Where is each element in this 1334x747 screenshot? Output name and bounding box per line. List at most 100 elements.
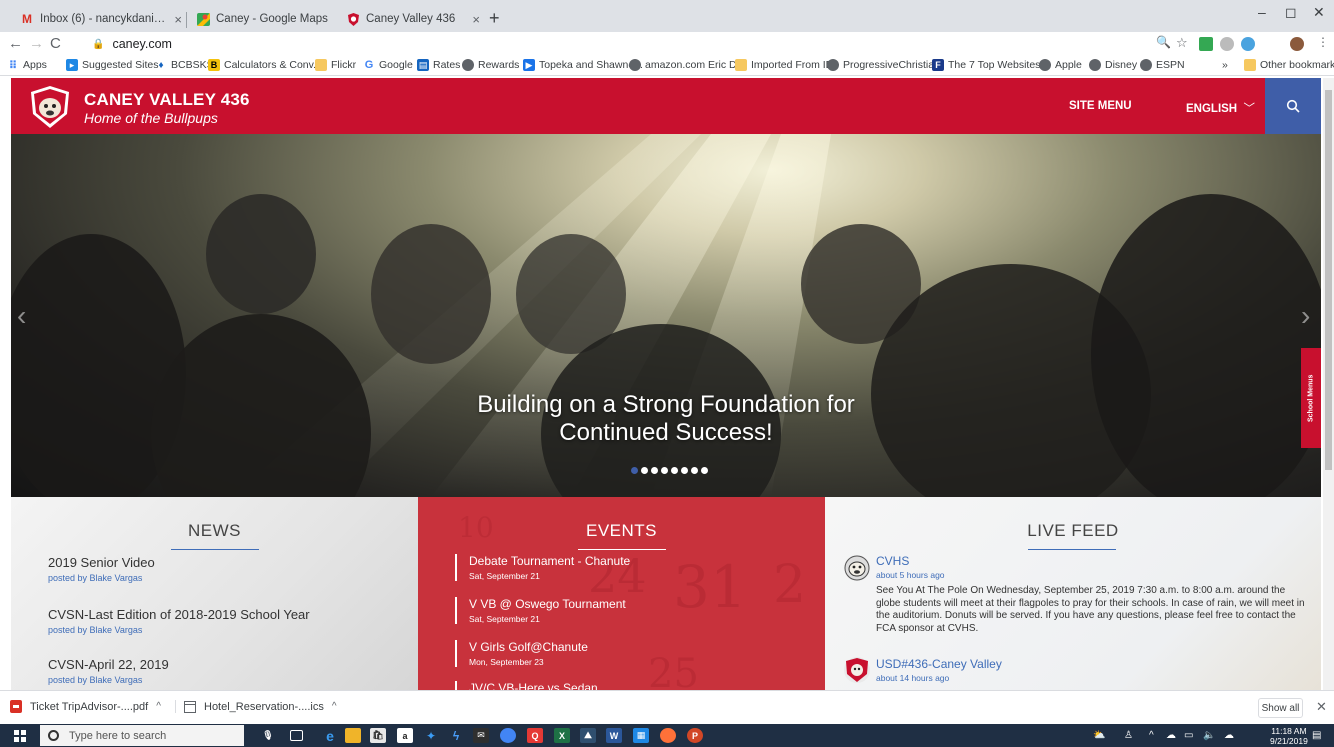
store-icon[interactable]: 🛍 xyxy=(370,728,386,743)
bookmark-item[interactable]: ESPN xyxy=(1140,59,1185,71)
taskbar-clock[interactable]: 11:18 AM 9/21/2019 xyxy=(1270,726,1308,746)
close-tab-icon[interactable]: × xyxy=(174,12,182,27)
bookmark-apps[interactable]: ⠿ Apps xyxy=(7,59,47,72)
chrome-icon[interactable] xyxy=(500,728,516,743)
lightning-icon[interactable]: ϟ xyxy=(448,728,464,743)
bookmark-item[interactable]: F The 7 Top Websites... xyxy=(932,59,1049,71)
photos-icon[interactable]: ⛰ xyxy=(580,728,596,743)
bookmark-item[interactable]: Disney xyxy=(1089,59,1137,71)
hero-carousel[interactable]: ‹ › Building on a Strong Foundation for … xyxy=(11,134,1321,497)
bookmark-item[interactable]: ▸ Suggested Sites xyxy=(66,59,158,71)
tab-google-maps[interactable]: Caney - Google Maps xyxy=(188,6,338,32)
maximize-button[interactable]: ◻ xyxy=(1285,4,1297,21)
windows-start-icon[interactable] xyxy=(14,730,26,742)
school-name[interactable]: CANEY VALLEY 436 xyxy=(84,90,250,110)
bulldog-avatar[interactable] xyxy=(844,555,870,581)
carousel-dot[interactable] xyxy=(691,467,698,474)
zoom-icon[interactable]: 🔍 xyxy=(1156,35,1171,49)
notifications-icon[interactable]: ▤ xyxy=(1312,730,1321,741)
reload-icon[interactable]: C xyxy=(50,35,61,52)
carousel-prev-icon[interactable]: ‹ xyxy=(17,300,26,332)
bookmark-star-icon[interactable]: ☆ xyxy=(1176,35,1188,51)
feed-author[interactable]: CVHS xyxy=(876,554,909,568)
extension-icon[interactable] xyxy=(1199,37,1213,51)
bookmark-item[interactable]: G Google xyxy=(363,59,413,71)
network-icon[interactable]: ▭ xyxy=(1184,730,1193,741)
address-bar[interactable]: 🔒 caney.com xyxy=(92,34,1242,54)
volume-icon[interactable]: 🔈 xyxy=(1203,730,1215,741)
bookmark-item[interactable]: Flickr xyxy=(315,59,356,71)
show-hidden-icons[interactable]: ^ xyxy=(1149,730,1154,741)
file-explorer-icon[interactable] xyxy=(345,728,361,743)
carousel-dot[interactable] xyxy=(681,467,688,474)
news-item[interactable]: CVSN-April 22, 2019 posted by Blake Varg… xyxy=(48,657,169,685)
carousel-dot[interactable] xyxy=(651,467,658,474)
download-item[interactable]: Hotel_Reservation-....ics ^ xyxy=(175,700,337,713)
bookmark-item[interactable]: Rewards xyxy=(462,59,519,71)
powerpoint-icon[interactable]: P xyxy=(687,728,703,743)
taskbar-search-box[interactable]: Type here to search xyxy=(40,725,244,746)
edge-icon[interactable]: e xyxy=(322,728,338,744)
people-icon[interactable]: ♙ xyxy=(1124,730,1133,741)
show-all-downloads-button[interactable]: Show all xyxy=(1258,698,1303,718)
bookmark-item[interactable]: amazon.com Eric D... xyxy=(629,59,745,71)
bookmarks-overflow-button[interactable]: » xyxy=(1222,59,1228,71)
close-icon[interactable]: ✕ xyxy=(1316,699,1327,715)
carousel-dot[interactable] xyxy=(661,467,668,474)
scrollbar-thumb[interactable] xyxy=(1325,90,1332,470)
bookmark-item[interactable]: Imported From IE xyxy=(735,59,833,71)
close-window-button[interactable]: ✕ xyxy=(1313,4,1325,21)
other-bookmarks[interactable]: Other bookmarks xyxy=(1244,59,1334,71)
microphone-icon[interactable]: 🎙 xyxy=(260,728,276,743)
site-menu-button[interactable]: SITE MENU xyxy=(1069,100,1132,112)
task-view-icon[interactable] xyxy=(290,730,303,741)
download-item[interactable]: Ticket TripAdvisor-....pdf ^ xyxy=(10,700,161,713)
tab-caney-valley[interactable]: Caney Valley 436 × xyxy=(338,6,488,32)
back-arrow-icon[interactable]: ← xyxy=(8,35,23,52)
extension-icon[interactable] xyxy=(1220,37,1234,51)
profile-avatar[interactable] xyxy=(1290,37,1304,51)
school-menus-tab[interactable]: School Menus xyxy=(1301,348,1321,448)
word-icon[interactable]: W xyxy=(606,728,622,743)
amazon-icon[interactable]: a xyxy=(397,728,413,743)
tab-gmail[interactable]: M Inbox (6) - nancykdaniels@gmai × xyxy=(12,6,190,32)
carousel-dot[interactable] xyxy=(701,467,708,474)
close-tab-icon[interactable]: × xyxy=(472,12,480,27)
onedrive-icon[interactable]: ☁ xyxy=(1166,730,1176,741)
bulldog-avatar[interactable] xyxy=(844,657,870,683)
bookmark-item[interactable]: ▶ Topeka and Shawne... xyxy=(523,59,643,71)
news-item[interactable]: 2019 Senior Video posted by Blake Vargas xyxy=(48,555,155,583)
excel-icon[interactable]: X xyxy=(554,728,570,743)
minimize-button[interactable]: – xyxy=(1258,4,1266,20)
event-item[interactable]: Debate Tournament - Chanute Sat, Septemb… xyxy=(455,554,630,581)
event-item[interactable]: V Girls Golf@Chanute Mon, September 23 xyxy=(455,640,588,667)
dropbox-icon[interactable]: ✦ xyxy=(423,728,439,743)
feed-author[interactable]: USD#436-Caney Valley xyxy=(876,657,1002,671)
extension-icon[interactable] xyxy=(1241,37,1255,51)
language-selector[interactable]: ENGLISH ﹀ xyxy=(1186,100,1255,116)
site-search-button[interactable] xyxy=(1265,78,1321,134)
carousel-dot[interactable] xyxy=(671,467,678,474)
bookmark-item[interactable]: ProgressiveChristia... xyxy=(827,59,943,71)
weather-icon[interactable]: ⛅ xyxy=(1093,730,1105,741)
news-item[interactable]: CVSN-Last Edition of 2018-2019 School Ye… xyxy=(48,607,310,635)
firefox-icon[interactable] xyxy=(660,728,676,743)
carousel-dot[interactable] xyxy=(641,467,648,474)
bulldog-logo[interactable] xyxy=(27,84,73,130)
calculator-app-icon[interactable]: ▦ xyxy=(633,728,649,743)
mail-icon[interactable]: ✉ xyxy=(473,728,489,743)
page-scrollbar[interactable] xyxy=(1323,78,1334,690)
carousel-next-icon[interactable]: › xyxy=(1301,300,1310,332)
chevron-up-icon[interactable]: ^ xyxy=(156,701,161,712)
quicken-icon[interactable]: Q xyxy=(527,728,543,743)
event-item[interactable]: JV/C VB-Here vs Sedan xyxy=(455,681,598,690)
bookmark-item[interactable]: ▤ Rates xyxy=(417,59,460,71)
browser-menu-icon[interactable]: ⋮ xyxy=(1317,35,1329,49)
bookmark-item[interactable]: Apple xyxy=(1039,59,1082,71)
event-item[interactable]: V VB @ Oswego Tournament Sat, September … xyxy=(455,597,626,624)
cloud-icon[interactable]: ☁ xyxy=(1224,730,1234,741)
bookmark-item[interactable]: ♦ BCBSKS xyxy=(155,59,213,71)
forward-arrow-icon[interactable]: → xyxy=(29,35,44,52)
new-tab-button[interactable]: + xyxy=(489,8,500,29)
bookmark-item[interactable]: B Calculators & Conv... xyxy=(208,59,322,71)
